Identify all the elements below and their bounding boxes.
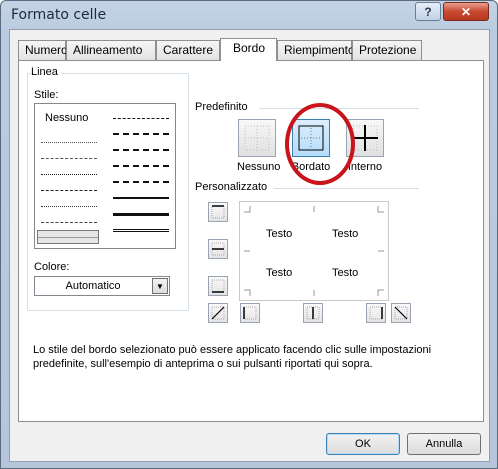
line-style-option[interactable] [41, 184, 97, 196]
line-style-option[interactable] [41, 216, 97, 228]
personalizzato-separator [274, 188, 419, 189]
line-style-option[interactable] [41, 168, 97, 180]
tab-numero[interactable]: Numero [18, 40, 68, 60]
description-text: Lo stile del bordo selezionato può esser… [33, 344, 432, 370]
line-style-list[interactable]: Nessuno [34, 103, 176, 249]
color-select[interactable]: Automatico ▼ [34, 276, 170, 296]
line-style-option[interactable] [113, 144, 169, 156]
border-diagonal-up-button[interactable] [208, 303, 228, 323]
colore-label: Colore: [34, 261, 70, 273]
line-style-none[interactable]: Nessuno [45, 112, 88, 124]
border-bottom-button[interactable] [208, 276, 228, 296]
preset-none-icon [244, 125, 270, 151]
tab-allineamento[interactable]: Allineamento [66, 40, 156, 60]
highlight-circle [285, 103, 355, 185]
preset-none-button[interactable] [238, 119, 276, 157]
border-bottom-icon [211, 279, 225, 293]
border-right-button[interactable] [366, 303, 386, 323]
line-style-option[interactable] [113, 192, 169, 204]
close-icon: ✕ [460, 4, 472, 19]
preview-text: Testo [332, 228, 359, 240]
diagonal-up-icon [211, 306, 225, 320]
line-style-option[interactable] [113, 112, 169, 124]
border-horizontal-inner-icon [211, 242, 225, 256]
tab-riempimento[interactable]: Riempimento [277, 40, 355, 60]
help-button[interactable]: ? [415, 2, 441, 21]
close-button[interactable]: ✕ [443, 2, 489, 21]
personalizzato-label: Personalizzato [195, 181, 272, 193]
stile-label: Stile: [34, 89, 59, 101]
border-horizontal-inner-button[interactable] [208, 239, 228, 259]
tab-bordo[interactable]: Bordo [220, 38, 277, 61]
line-style-option-selected[interactable] [37, 230, 99, 244]
border-top-icon [211, 205, 225, 219]
chevron-down-icon[interactable]: ▼ [152, 278, 168, 294]
line-style-option[interactable] [41, 136, 97, 148]
window-title: Formato celle [11, 7, 107, 23]
linea-label: Linea [31, 66, 62, 78]
line-style-option[interactable] [41, 200, 97, 212]
diagonal-down-icon [394, 306, 408, 320]
preview-text: Testo [332, 267, 359, 279]
tab-protezione[interactable]: Protezione [352, 40, 422, 60]
line-style-option[interactable] [41, 152, 97, 164]
dialog-body: Numero Allineamento Carattere Bordo Riem… [9, 29, 490, 462]
border-top-button[interactable] [208, 202, 228, 222]
color-select-value: Automatico [65, 280, 121, 292]
line-style-option[interactable] [113, 208, 169, 220]
question-mark-icon: ? [424, 4, 432, 19]
preset-none-label[interactable]: Nessuno [237, 161, 280, 173]
border-diagonal-down-button[interactable] [391, 303, 411, 323]
border-right-icon [369, 306, 383, 320]
preview-corner-marks [244, 206, 384, 296]
preview-text: Testo [266, 267, 293, 279]
ok-button[interactable]: OK [326, 433, 400, 455]
predefinito-label: Predefinito [195, 101, 252, 113]
border-left-icon [243, 306, 257, 320]
line-style-option[interactable] [113, 224, 169, 236]
title-bar[interactable]: Formato celle ? ✕ [1, 1, 497, 29]
cancel-button[interactable]: Annulla [407, 433, 481, 455]
preview-text: Testo [266, 228, 293, 240]
tab-panel-bordo: Linea Stile: Nessuno Colore: Automatico … [18, 60, 484, 422]
line-style-option[interactable] [113, 176, 169, 188]
border-left-button[interactable] [240, 303, 260, 323]
dialog-window: Formato celle ? ✕ Numero Allineamento Ca… [0, 0, 498, 469]
border-preview[interactable]: Testo Testo Testo Testo [239, 201, 389, 301]
border-vertical-inner-button[interactable] [303, 303, 323, 323]
line-style-option[interactable] [113, 160, 169, 172]
line-style-option[interactable] [113, 128, 169, 140]
border-vertical-inner-icon [306, 306, 320, 320]
tab-carattere[interactable]: Carattere [156, 40, 220, 60]
